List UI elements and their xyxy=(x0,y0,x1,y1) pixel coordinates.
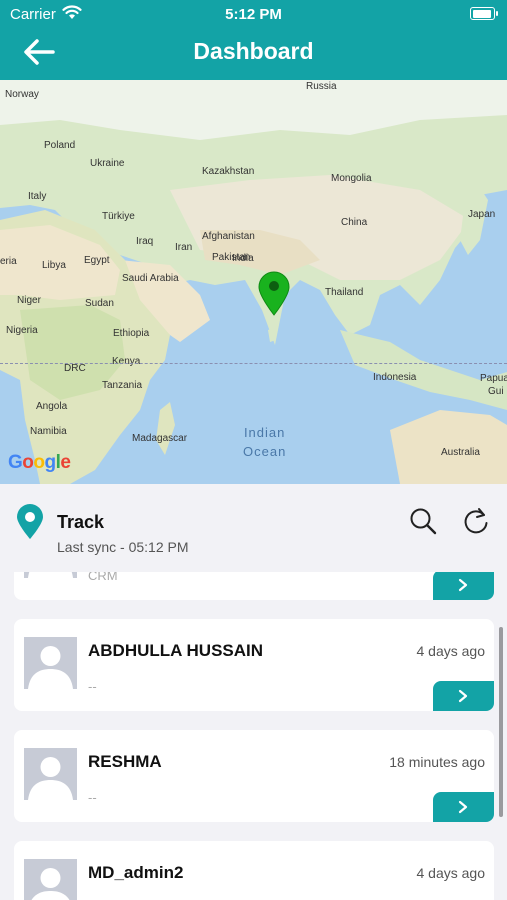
map-label-norway: Norway xyxy=(5,89,39,100)
user-name: RESHMA xyxy=(88,752,162,771)
google-logo: Google xyxy=(8,452,71,473)
map-label-ethiopia: Ethiopia xyxy=(113,328,150,339)
last-seen: 4 days ago xyxy=(416,865,486,881)
map-label-egypt: Egypt xyxy=(84,255,110,266)
entry-subtitle: -- xyxy=(88,790,97,805)
map-label-madagascar: Madagascar xyxy=(132,433,188,444)
track-pin-icon xyxy=(17,504,43,539)
map-label-indonesia: Indonesia xyxy=(373,372,417,383)
chevron-right-icon xyxy=(458,578,468,592)
map-label-algeria: eria xyxy=(0,256,17,267)
chevron-right-icon xyxy=(458,800,468,814)
page-title: Dashboard xyxy=(193,38,314,64)
map-label-niger: Niger xyxy=(17,295,41,306)
map-label-kazakhstan: Kazakhstan xyxy=(202,166,255,177)
map-label-thailand: Thailand xyxy=(325,287,364,298)
user-placeholder-icon xyxy=(28,572,73,578)
user-list[interactable]: CRM ABDHULLA HUSSAIN 4 days ago -- RESHM… xyxy=(0,572,507,900)
map-label-sudan: Sudan xyxy=(85,298,114,309)
equator-line xyxy=(0,363,507,364)
avatar xyxy=(24,859,77,900)
map-label-turkiye: Türkiye xyxy=(102,211,135,222)
entry-subtitle: CRM xyxy=(88,572,118,583)
navigation-bar: Carrier 5:12 PM Dashboard xyxy=(0,0,507,80)
map-label-mongolia: Mongolia xyxy=(331,173,372,184)
open-details-button[interactable] xyxy=(433,681,494,711)
list-item[interactable]: RESHMA 18 minutes ago -- xyxy=(14,730,494,822)
user-placeholder-icon xyxy=(28,646,73,689)
map-label-libya: Libya xyxy=(42,260,66,271)
battery-icon xyxy=(470,7,498,20)
user-placeholder-icon xyxy=(28,757,73,800)
map-label-drc: DRC xyxy=(64,363,86,374)
map-label-kenya: Kenya xyxy=(112,356,141,367)
search-icon[interactable] xyxy=(408,506,438,536)
map-label-afghanistan: Afghanistan xyxy=(202,231,255,242)
map-label-australia: Australia xyxy=(441,447,480,458)
map-label-japan: Japan xyxy=(468,209,496,220)
chevron-right-icon xyxy=(458,689,468,703)
user-name: MD_admin2 xyxy=(88,863,184,882)
map-label-india: India xyxy=(232,253,254,264)
map-label-indian-ocean: Indian Ocean xyxy=(243,425,287,459)
map-label-namibia: Namibia xyxy=(30,426,67,437)
map-label-tanzania: Tanzania xyxy=(102,380,143,391)
user-name: ABDHULLA HUSSAIN xyxy=(88,641,264,660)
map-view[interactable]: Russia Norway Poland Ukraine Kazakhstan … xyxy=(0,80,507,484)
last-seen: 4 days ago xyxy=(416,643,486,659)
list-item[interactable]: CRM xyxy=(14,572,494,600)
last-sync-label: Last sync - 05:12 PM xyxy=(57,539,189,555)
map-label-saudi-arabia: Saudi Arabia xyxy=(122,273,179,284)
entry-subtitle: -- xyxy=(88,679,97,694)
map-label-iran: Iran xyxy=(175,242,193,253)
map-label-papua-2: Gui xyxy=(488,386,504,397)
status-time: 5:12 PM xyxy=(225,6,282,23)
map-label-china: China xyxy=(341,217,368,228)
map-label-italy: Italy xyxy=(28,191,47,202)
user-placeholder-icon xyxy=(31,868,70,900)
last-seen: 18 minutes ago xyxy=(389,754,485,770)
map-label-russia: Russia xyxy=(306,81,337,92)
avatar xyxy=(24,572,77,578)
track-title: Track xyxy=(57,512,105,532)
map-label-ukraine: Ukraine xyxy=(90,158,125,169)
avatar xyxy=(24,748,77,800)
status-bar: Carrier 5:12 PM xyxy=(0,0,507,30)
map-label-nigeria: Nigeria xyxy=(6,325,38,336)
track-header: Track Last sync - 05:12 PM xyxy=(0,484,507,572)
map-label-papua: Papua xyxy=(480,373,507,384)
map-label-angola: Angola xyxy=(36,401,68,412)
open-details-button[interactable] xyxy=(433,572,494,600)
list-item[interactable]: MD_admin2 4 days ago xyxy=(14,841,494,900)
refresh-icon[interactable] xyxy=(461,506,491,536)
open-details-button[interactable] xyxy=(433,792,494,822)
list-item[interactable]: ABDHULLA HUSSAIN 4 days ago -- xyxy=(14,619,494,711)
location-marker-icon[interactable] xyxy=(257,270,291,316)
map-label-iraq: Iraq xyxy=(136,236,154,247)
map-label-poland: Poland xyxy=(44,140,76,151)
scrollbar[interactable] xyxy=(499,627,503,817)
avatar xyxy=(24,637,77,689)
